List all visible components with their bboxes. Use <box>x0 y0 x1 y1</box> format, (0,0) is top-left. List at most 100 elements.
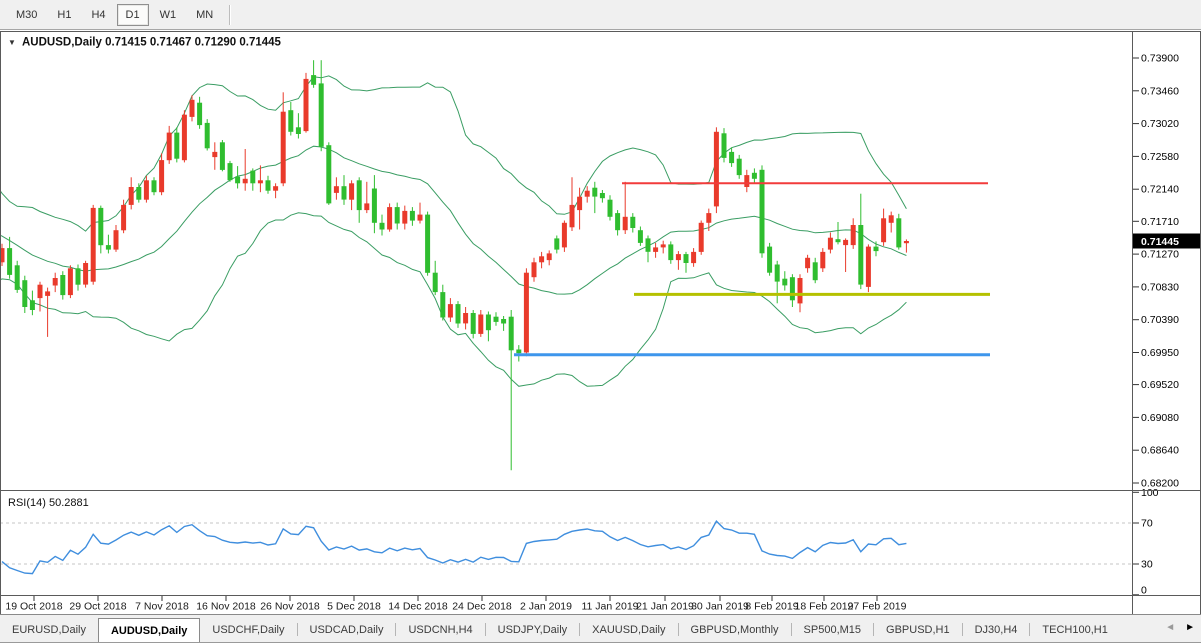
candle <box>319 60 324 151</box>
candle <box>532 258 537 282</box>
tf-button-D1[interactable]: D1 <box>117 4 149 26</box>
candle <box>782 271 787 290</box>
tab-USDCNH-H4[interactable]: USDCNH,H4 <box>396 619 484 642</box>
tab-scroll-right-icon[interactable]: ► <box>1185 614 1195 642</box>
candle <box>554 236 559 254</box>
candle <box>486 312 491 342</box>
tab-AUDUSD-Daily[interactable]: AUDUSD,Daily <box>98 618 200 643</box>
symbol-tabbar: EURUSD,DailyAUDUSD,DailyUSDCHF,DailyUSDC… <box>0 614 1201 642</box>
candle <box>410 207 415 226</box>
candle <box>653 243 658 258</box>
candle <box>843 238 848 272</box>
current-price-badge-text: 0.71445 <box>1141 236 1179 248</box>
candle <box>463 307 468 329</box>
candle <box>395 203 400 230</box>
time-axis-label: 7 Nov 2018 <box>135 601 189 613</box>
candle <box>638 227 643 246</box>
time-axis-label: 8 Feb 2019 <box>745 601 798 613</box>
tf-button-H1[interactable]: H1 <box>48 4 80 26</box>
candle <box>585 186 590 202</box>
tab-USDCAD-Daily[interactable]: USDCAD,Daily <box>298 619 396 642</box>
candle <box>45 288 50 337</box>
horizontal-lines-layer <box>514 183 990 354</box>
candle <box>539 252 544 268</box>
candle <box>600 190 605 203</box>
tab-GBPUSD-Monthly[interactable]: GBPUSD,Monthly <box>679 619 791 642</box>
candle <box>494 312 499 325</box>
tab-GBPUSD-H1[interactable]: GBPUSD,H1 <box>874 619 962 642</box>
candle <box>592 182 597 213</box>
tf-button-W1[interactable]: W1 <box>151 4 186 26</box>
candle <box>357 177 362 223</box>
tab-DJ30-H4[interactable]: DJ30,H4 <box>963 619 1030 642</box>
symbol-dropdown-arrow[interactable]: ▼ <box>8 38 16 47</box>
candle <box>60 271 65 299</box>
toolbar-separator <box>229 5 231 25</box>
tab-TECH100-H1[interactable]: TECH100,H1 <box>1030 619 1119 642</box>
price-axis-label: 0.71710 <box>1141 216 1179 228</box>
candle <box>228 161 233 182</box>
bollinger-bands-layer <box>0 76 906 386</box>
time-axis-label: 14 Dec 2018 <box>388 601 448 613</box>
mt4-terminal-window: M30H1H4D1W1MN 10070300 0.739000.734600.7… <box>0 0 1201 643</box>
candle <box>858 194 863 289</box>
candle <box>114 225 119 252</box>
candle <box>144 176 149 203</box>
tab-USDJPY-Daily[interactable]: USDJPY,Daily <box>486 619 580 642</box>
tab-EURUSD-Daily[interactable]: EURUSD,Daily <box>0 619 98 642</box>
bollinger-upper-band <box>0 76 906 231</box>
candle <box>790 274 795 307</box>
candle <box>615 210 620 235</box>
candle <box>668 241 673 263</box>
candle <box>805 255 810 273</box>
tf-button-MN[interactable]: MN <box>187 4 222 26</box>
candle <box>896 214 901 250</box>
tab-USDCHF-Daily[interactable]: USDCHF,Daily <box>200 619 296 642</box>
time-axis-label: 29 Oct 2018 <box>69 601 126 613</box>
candle <box>448 298 453 322</box>
candle <box>684 252 689 273</box>
candle <box>326 142 331 205</box>
candle <box>623 182 628 234</box>
candle <box>212 142 217 170</box>
tf-button-H4[interactable]: H4 <box>82 4 114 26</box>
tab-SP500-M15[interactable]: SP500,M15 <box>792 619 873 642</box>
candle <box>205 119 210 150</box>
tab-scroll-left-icon[interactable]: ◄ <box>1165 614 1175 642</box>
price-axis-label: 0.70390 <box>1141 314 1179 326</box>
candle <box>106 235 111 254</box>
candle <box>737 155 742 179</box>
price-axis-label: 0.73460 <box>1141 85 1179 97</box>
candle <box>159 153 164 195</box>
rsi-axis-label: 70 <box>1141 518 1153 530</box>
candle <box>311 60 316 88</box>
candle <box>38 282 43 312</box>
price-axis-label: 0.69080 <box>1141 412 1179 424</box>
candle <box>152 177 157 195</box>
candle <box>68 265 73 298</box>
tab-XAUUSD-Daily[interactable]: XAUUSD,Daily <box>580 619 677 642</box>
candle <box>562 221 567 252</box>
candle <box>433 261 438 295</box>
candle <box>372 175 377 233</box>
candle <box>699 221 704 255</box>
candle <box>273 183 278 198</box>
candle <box>904 239 909 252</box>
price-axis-label: 0.72580 <box>1141 151 1179 163</box>
candle <box>881 209 886 246</box>
candle <box>752 168 757 183</box>
time-axis-label: 11 Jan 2019 <box>581 601 638 613</box>
candles-layer <box>0 60 909 470</box>
candle <box>380 215 385 236</box>
rsi-panel: 10070300 <box>0 487 1159 597</box>
candle <box>471 310 476 338</box>
candle <box>851 218 856 249</box>
tf-button-M30[interactable]: M30 <box>7 4 46 26</box>
symbol-ohlc-header: AUDUSD,Daily 0.71415 0.71467 0.71290 0.7… <box>22 37 282 49</box>
time-axis-label: 27 Feb 2019 <box>848 601 907 613</box>
candle <box>136 183 141 202</box>
candle <box>691 248 696 267</box>
candle <box>402 206 407 230</box>
candle <box>174 127 179 162</box>
candle <box>364 182 369 213</box>
